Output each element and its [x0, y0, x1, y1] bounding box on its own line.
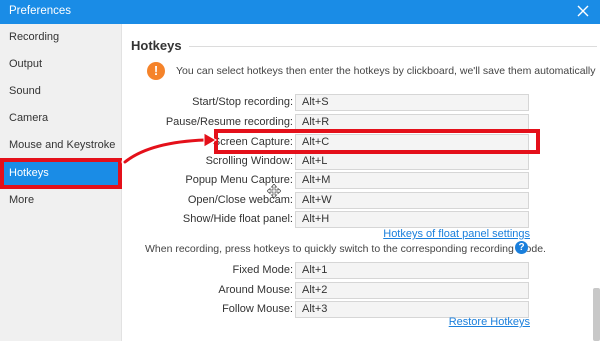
- hotkey-input-webcam[interactable]: Alt+W: [295, 192, 529, 209]
- hotkey-input-start-stop[interactable]: Alt+S: [295, 94, 529, 111]
- sidebar-item-label: Mouse and Keystroke: [9, 139, 116, 151]
- mode-text: When recording, press hotkeys to quickly…: [145, 243, 546, 255]
- sidebar-item-more[interactable]: More: [0, 187, 121, 214]
- info-text: You can select hotkeys then enter the ho…: [176, 65, 596, 77]
- hotkey-label-scrolling-window: Scrolling Window:: [205, 155, 293, 167]
- scrollbar-thumb[interactable]: [593, 288, 600, 341]
- sidebar-item-sound[interactable]: Sound: [0, 78, 121, 105]
- hotkey-input-around-mouse[interactable]: Alt+2: [295, 282, 529, 299]
- hotkey-label-pause-resume: Pause/Resume recording:: [165, 116, 293, 128]
- close-icon[interactable]: [575, 3, 591, 19]
- window-title: Preferences: [9, 5, 72, 17]
- highlight-box-hotkeys: [0, 158, 122, 189]
- sidebar-item-mouse-and-keystroke[interactable]: Mouse and Keystroke: [0, 132, 121, 159]
- restore-hotkeys-link[interactable]: Restore Hotkeys: [449, 316, 530, 328]
- hotkey-label-fixed-mode: Fixed Mode:: [232, 264, 293, 276]
- hotkey-label-follow-mouse: Follow Mouse:: [222, 303, 293, 315]
- sidebar-item-camera[interactable]: Camera: [0, 105, 121, 132]
- hotkey-input-popup-menu-capture[interactable]: Alt+M: [295, 172, 529, 189]
- sidebar-item-label: Camera: [9, 112, 49, 124]
- sidebar-item-label: Recording: [9, 31, 60, 43]
- float-panel-settings-link[interactable]: Hotkeys of float panel settings: [383, 228, 530, 240]
- hotkeys-panel: Hotkeys ! You can select hotkeys then en…: [121, 24, 600, 341]
- hotkey-input-scrolling-window[interactable]: Alt+L: [295, 153, 529, 170]
- sidebar-item-label: More: [9, 194, 35, 206]
- section-divider: [189, 46, 597, 47]
- hotkey-input-float-panel[interactable]: Alt+H: [295, 211, 529, 228]
- sidebar-item-label: Output: [9, 58, 43, 70]
- hotkey-label-around-mouse: Around Mouse:: [218, 284, 293, 296]
- hotkey-input-fixed-mode[interactable]: Alt+1: [295, 262, 529, 279]
- sidebar-item-output[interactable]: Output: [0, 51, 121, 78]
- hotkey-label-start-stop: Start/Stop recording:: [192, 96, 293, 108]
- title-bar: Preferences: [0, 0, 600, 24]
- sidebar-item-recording[interactable]: Recording: [0, 24, 121, 51]
- highlight-box-screen-capture: [214, 129, 540, 154]
- move-cursor-icon: [267, 184, 281, 198]
- sidebar-item-label: Sound: [9, 85, 41, 97]
- exclamation-icon: !: [147, 62, 165, 80]
- hotkey-label-float-panel: Show/Hide float panel:: [182, 213, 293, 225]
- section-title: Hotkeys: [131, 38, 182, 53]
- help-icon[interactable]: ?: [515, 241, 528, 254]
